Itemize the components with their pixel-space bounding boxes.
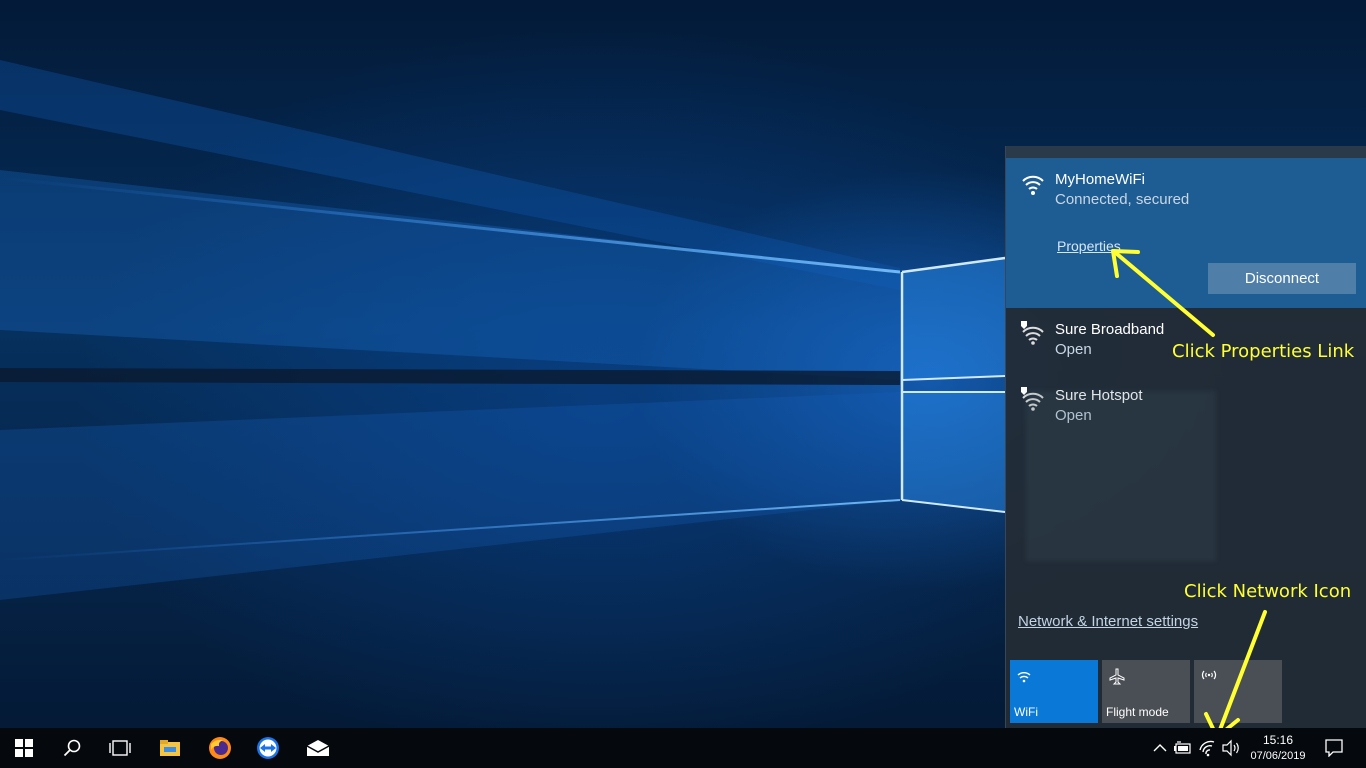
action-center-button[interactable] [1310, 728, 1358, 768]
airplane-icon [1109, 668, 1125, 685]
notification-icon [1325, 739, 1343, 757]
firefox-icon [209, 737, 231, 759]
quick-action-flight-mode[interactable]: Flight mode [1102, 660, 1190, 723]
mail-button[interactable] [294, 728, 342, 768]
quick-action-mobile-hotspot[interactable] [1194, 660, 1282, 723]
clock-date: 07/06/2019 [1250, 750, 1306, 762]
properties-link[interactable]: Properties [1057, 238, 1121, 254]
wifi-icon[interactable] [1198, 738, 1218, 758]
open-network-shield-icon [1021, 321, 1044, 345]
start-button[interactable] [0, 728, 48, 768]
connected-network-status: Connected, secured [1055, 191, 1190, 208]
file-explorer-icon [160, 740, 180, 756]
network-flyout: MyHomeWiFi Connected, secured Properties… [1005, 146, 1366, 728]
connected-network-name: MyHomeWiFi [1055, 171, 1145, 188]
network-status: Open [1055, 341, 1092, 358]
clock-time: 15:16 [1262, 733, 1294, 747]
volume-icon[interactable] [1221, 738, 1241, 758]
network-internet-settings-link[interactable]: Network & Internet settings [1018, 613, 1198, 630]
search-button[interactable] [48, 728, 96, 768]
firefox-button[interactable] [196, 728, 244, 768]
connected-network-item[interactable]: MyHomeWiFi Connected, secured Properties… [1006, 158, 1366, 308]
file-explorer-button[interactable] [146, 728, 194, 768]
start-icon [15, 739, 33, 757]
mail-icon [306, 740, 330, 756]
flyout-top-strip [1006, 146, 1366, 158]
annotation-click-properties: Click Properties Link [1172, 341, 1355, 362]
quick-action-wifi[interactable]: WiFi [1010, 660, 1098, 723]
teamviewer-icon [257, 737, 279, 759]
chevron-up-icon[interactable] [1150, 738, 1170, 758]
network-name: Sure Broadband [1055, 321, 1165, 338]
battery-icon[interactable] [1173, 738, 1193, 758]
teamviewer-button[interactable] [244, 728, 292, 768]
wifi-signal-icon [1022, 175, 1044, 195]
background-blur-artifact [1026, 391, 1216, 561]
quick-action-label: Flight mode [1106, 705, 1169, 719]
taskbar: 15:16 07/06/2019 [0, 728, 1366, 768]
quick-action-label: WiFi [1014, 705, 1038, 719]
wifi-icon [1017, 672, 1031, 683]
disconnect-button[interactable]: Disconnect [1208, 263, 1356, 294]
task-view-button[interactable] [96, 728, 144, 768]
task-view-icon [109, 740, 131, 756]
search-icon [63, 739, 81, 757]
clock[interactable]: 15:16 07/06/2019 [1244, 732, 1312, 764]
mobile-hotspot-icon [1201, 670, 1217, 680]
annotation-click-network-icon: Click Network Icon [1184, 581, 1352, 602]
